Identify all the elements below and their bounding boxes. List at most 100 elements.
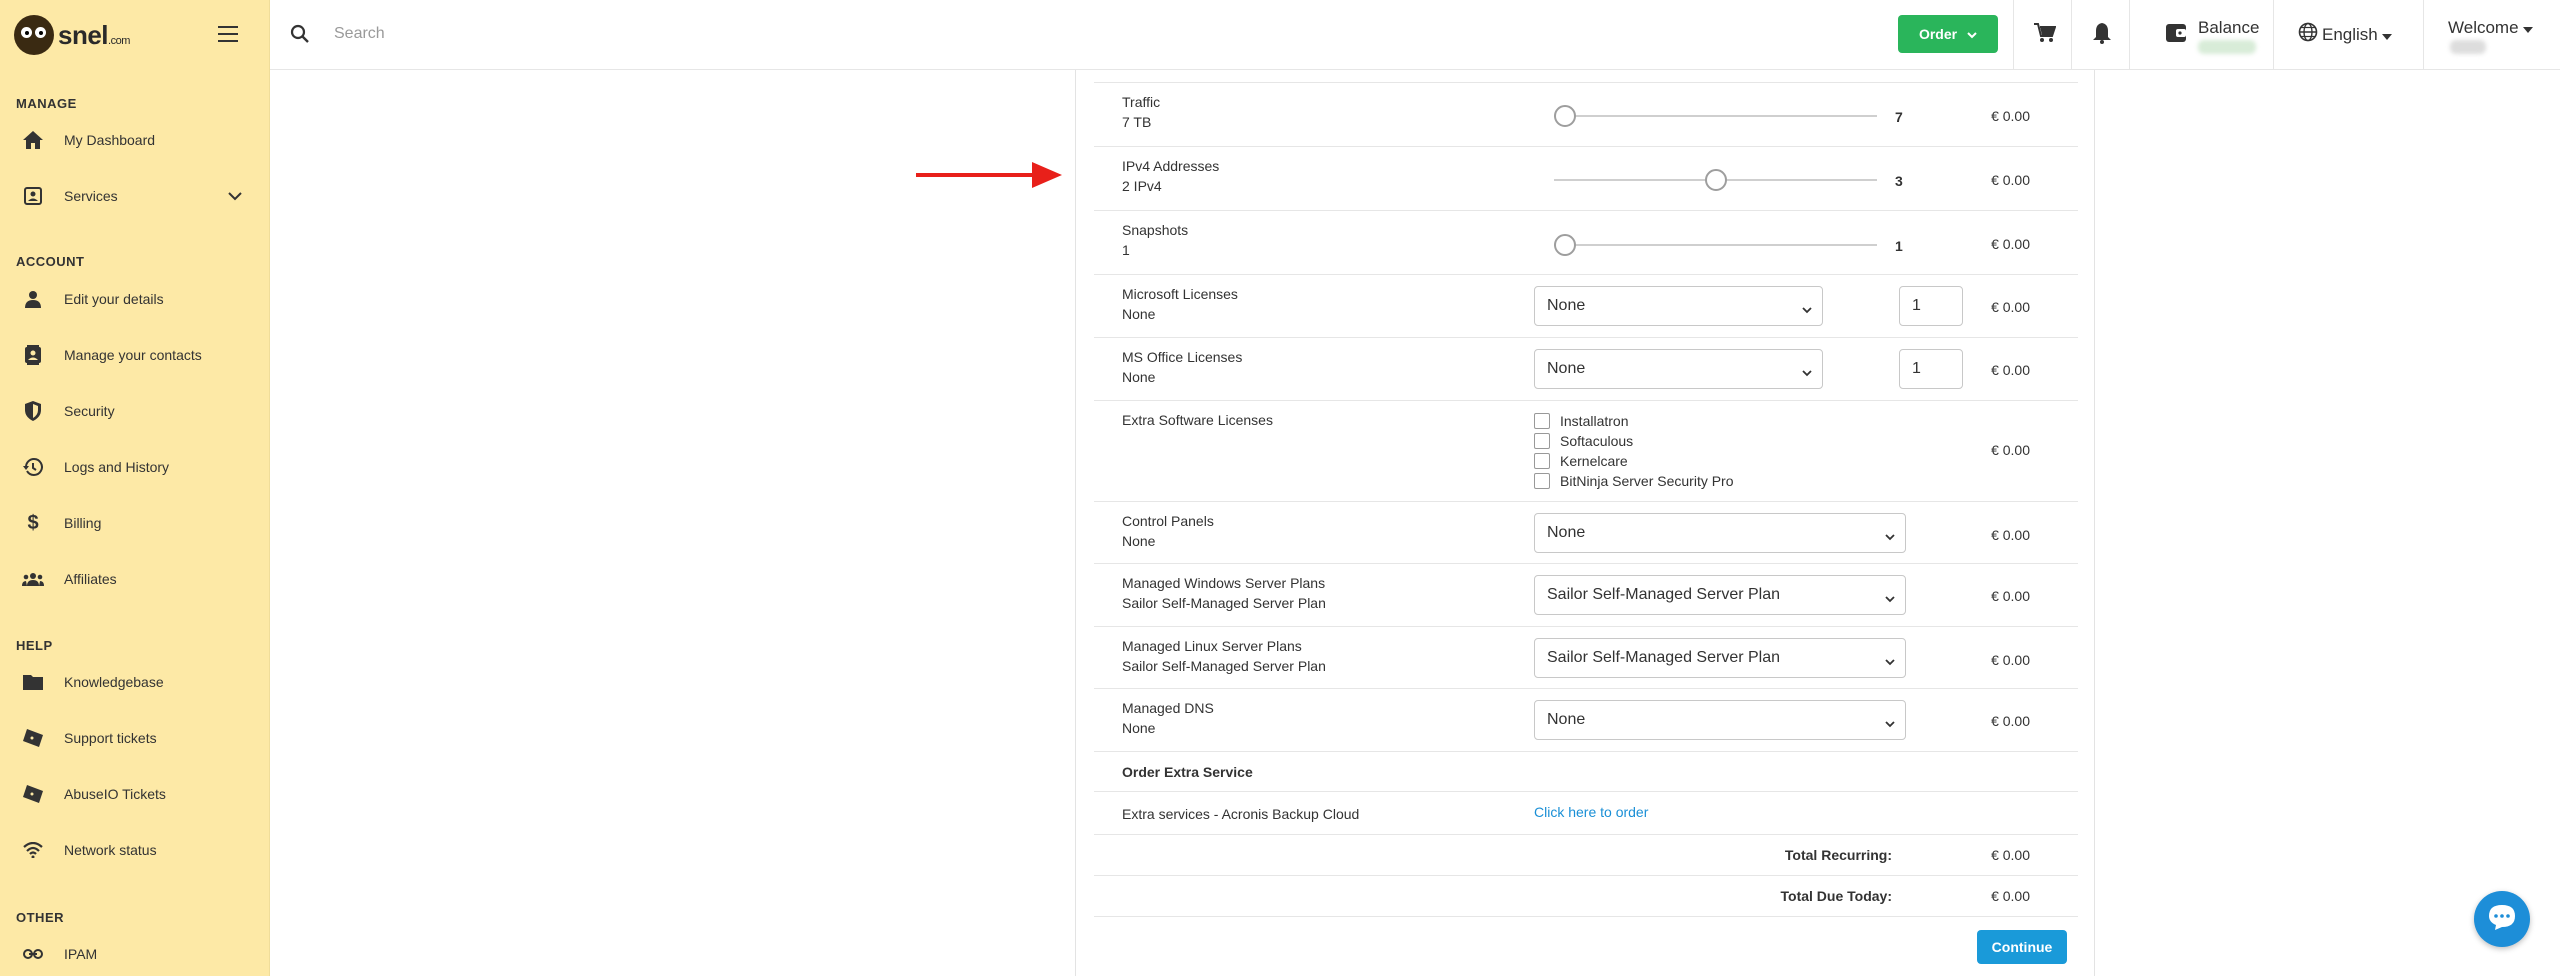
slider-handle[interactable] <box>1704 169 1727 191</box>
managed-linux-current: Sailor Self-Managed Server Plan <box>1122 658 1326 674</box>
search-input[interactable] <box>334 20 934 48</box>
control-panels-current: None <box>1122 533 1156 549</box>
control-panels-select[interactable]: None <box>1534 513 1906 553</box>
search-icon <box>290 24 310 49</box>
sidebar-item-services[interactable]: Services <box>0 176 270 216</box>
logo-name: snel <box>58 19 109 50</box>
checkbox-bitninja[interactable]: BitNinja Server Security Pro <box>1534 471 1734 491</box>
traffic-price: € 0.00 <box>1991 108 2030 124</box>
checkbox-label: Kernelcare <box>1560 453 1628 469</box>
traffic-slider[interactable] <box>1554 105 1877 127</box>
msoffice-label: MS Office Licenses <box>1122 349 1243 365</box>
chevron-down-icon <box>1885 528 1895 546</box>
managed-dns-price: € 0.00 <box>1991 713 2030 729</box>
sidebar-item-label: Logs and History <box>64 459 170 475</box>
sidebar-item-contacts[interactable]: Manage your contacts <box>0 335 270 375</box>
managed-windows-label: Managed Windows Server Plans <box>1122 575 1326 591</box>
ms-office-licenses-row: MS Office Licenses None None 1 € 0.00 <box>1094 337 2078 400</box>
select-value: None <box>1547 524 1586 541</box>
ipv4-slider[interactable] <box>1554 169 1877 191</box>
sidebar-item-knowledgebase[interactable]: Knowledgebase <box>0 662 270 702</box>
language-selector[interactable]: English <box>2298 22 2392 47</box>
wifi-icon <box>22 839 44 861</box>
checkbox[interactable] <box>1534 453 1550 469</box>
ipv4-current: 2 IPv4 <box>1122 178 1162 194</box>
sidebar-item-label: Billing <box>64 515 102 531</box>
wallet-icon[interactable] <box>2166 24 2186 47</box>
continue-button[interactable]: Continue <box>1977 930 2067 964</box>
managed-windows-select[interactable]: Sailor Self-Managed Server Plan <box>1534 575 1906 615</box>
managed-dns-current: None <box>1122 720 1156 736</box>
history-icon <box>22 456 44 478</box>
username-redacted <box>2450 40 2486 54</box>
top-bar: Order Balance English Welcome <box>270 0 2560 70</box>
sidebar-item-logs[interactable]: Logs and History <box>0 447 270 487</box>
ipv4-label: IPv4 Addresses <box>1122 158 1220 174</box>
microsoft-licenses-select[interactable]: None <box>1534 286 1823 326</box>
shield-icon <box>22 400 44 422</box>
section-title-help: HELP <box>16 638 53 653</box>
chevron-down-icon <box>1802 301 1812 319</box>
acronis-label: Extra services - Acronis Backup Cloud <box>1122 806 1360 822</box>
extra-software-row: Extra Software Licenses Installatron Sof… <box>1094 400 2078 501</box>
slider-handle[interactable] <box>1554 105 1576 127</box>
link-icon <box>22 943 44 965</box>
sidebar-item-abuseio-tickets[interactable]: AbuseIO Tickets <box>0 774 270 814</box>
order-button[interactable]: Order <box>1898 15 1998 53</box>
sidebar-item-affiliates[interactable]: Affiliates <box>0 559 270 599</box>
total-recurring-row: Total Recurring: € 0.00 <box>1094 834 2078 875</box>
checkbox[interactable] <box>1534 413 1550 429</box>
acronis-order-link[interactable]: Click here to order <box>1534 804 1648 820</box>
sidebar-item-support-tickets[interactable]: Support tickets <box>0 718 270 758</box>
ipv4-row: IPv4 Addresses 2 IPv4 3 € 0.00 <box>1094 146 2078 210</box>
checkbox[interactable] <box>1534 433 1550 449</box>
microsoft-quantity-input[interactable]: 1 <box>1899 286 1963 326</box>
language-label: English <box>2322 24 2378 44</box>
managed-linux-price: € 0.00 <box>1991 652 2030 668</box>
bell-icon[interactable] <box>2092 22 2112 49</box>
sidebar-item-network-status[interactable]: Network status <box>0 830 270 870</box>
sidebar-item-security[interactable]: Security <box>0 391 270 431</box>
checkbox-label: Softaculous <box>1560 433 1634 449</box>
chat-widget[interactable] <box>2474 891 2530 947</box>
user-menu[interactable]: Welcome <box>2448 18 2534 38</box>
sidebar-item-label: Support tickets <box>64 730 157 746</box>
menu-toggle-icon[interactable] <box>218 26 238 42</box>
balance-label[interactable]: Balance <box>2198 18 2259 38</box>
sidebar-item-ipam[interactable]: IPAM <box>0 934 270 974</box>
sidebar-item-label: My Dashboard <box>64 132 156 148</box>
acronis-row: Extra services - Acronis Backup Cloud Cl… <box>1094 791 2078 834</box>
extra-software-price: € 0.00 <box>1991 442 2030 458</box>
sidebar-item-label: Knowledgebase <box>64 674 164 690</box>
extra-software-label: Extra Software Licenses <box>1122 412 1273 428</box>
sidebar-item-billing[interactable]: $ Billing <box>0 503 270 543</box>
msoffice-quantity-input[interactable]: 1 <box>1899 349 1963 389</box>
managed-linux-select[interactable]: Sailor Self-Managed Server Plan <box>1534 638 1906 678</box>
checkbox-kernelcare[interactable]: Kernelcare <box>1534 451 1734 471</box>
ms-office-licenses-select[interactable]: None <box>1534 349 1823 389</box>
managed-windows-current: Sailor Self-Managed Server Plan <box>1122 595 1326 611</box>
snapshots-slider[interactable] <box>1554 234 1877 256</box>
ipv4-price: € 0.00 <box>1991 172 2030 188</box>
microsoft-label: Microsoft Licenses <box>1122 286 1238 302</box>
cart-icon[interactable] <box>2034 22 2057 49</box>
chevron-down-icon[interactable] <box>228 188 242 204</box>
services-icon <box>22 185 44 207</box>
snapshots-price: € 0.00 <box>1991 236 2030 252</box>
snapshots-value: 1 <box>1895 238 1903 254</box>
sidebar-item-label: Affiliates <box>64 571 117 587</box>
sidebar-item-edit-details[interactable]: Edit your details <box>0 279 270 319</box>
sidebar-item-label: Network status <box>64 842 157 858</box>
order-extra-service-row: Order Extra Service <box>1094 751 2078 791</box>
msoffice-current: None <box>1122 369 1156 385</box>
managed-dns-select[interactable]: None <box>1534 700 1906 740</box>
sidebar-item-dashboard[interactable]: My Dashboard <box>0 120 270 160</box>
checkbox[interactable] <box>1534 473 1550 489</box>
checkbox-softaculous[interactable]: Softaculous <box>1534 431 1734 451</box>
checkbox-installatron[interactable]: Installatron <box>1534 411 1734 431</box>
select-value: None <box>1547 297 1586 314</box>
select-value: None <box>1547 360 1586 377</box>
managed-windows-row: Managed Windows Server Plans Sailor Self-… <box>1094 563 2078 626</box>
traffic-current: 7 TB <box>1122 114 1152 130</box>
slider-handle[interactable] <box>1554 234 1576 256</box>
